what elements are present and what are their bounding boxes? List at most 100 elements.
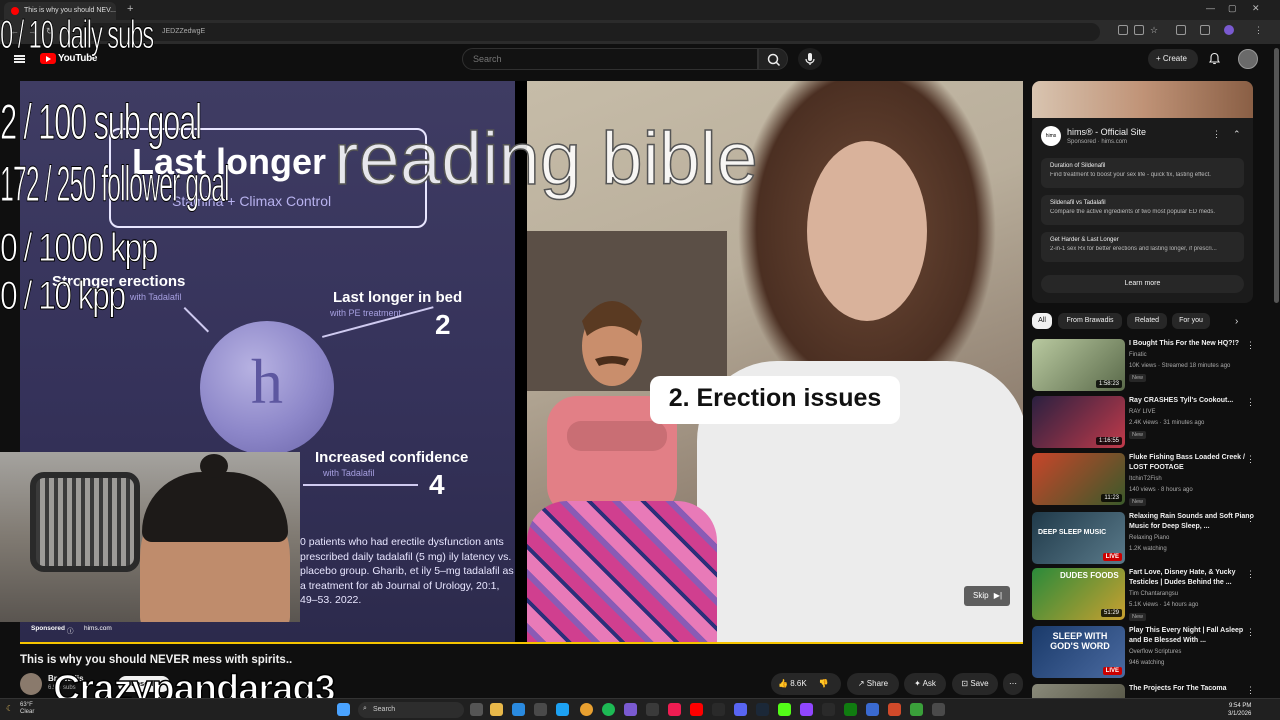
app-icon[interactable] [556, 703, 569, 716]
recommendation-channel[interactable]: ItchinT2Fish [1129, 476, 1162, 482]
video-thumbnail[interactable]: 1:58:23 [1032, 339, 1125, 391]
recommendation-title[interactable]: Fart Love, Disney Hate, & Yucky Testicle… [1129, 568, 1255, 588]
app-icon[interactable] [646, 703, 659, 716]
taskbar-clock[interactable]: 9:54 PM 3/1/2026 [1228, 702, 1251, 718]
bookmark-star-icon[interactable]: ☆ [1150, 25, 1158, 36]
chip-all[interactable]: All [1032, 313, 1052, 329]
account-avatar[interactable] [1238, 49, 1258, 69]
cast-icon[interactable] [1134, 25, 1144, 35]
downloads-icon[interactable] [1200, 25, 1210, 35]
more-options-icon[interactable]: ⋮ [1246, 397, 1255, 408]
recommendation-title[interactable]: Ray CRASHES Tyll's Cookout... [1129, 396, 1255, 406]
search-input[interactable] [462, 48, 758, 70]
address-bar[interactable]: JEDZZedwgE [80, 23, 1100, 41]
app-icon[interactable] [822, 703, 835, 716]
like-button[interactable]: 👍 8.6K 👎 [771, 673, 841, 695]
recommendation-item[interactable]: 11:23 Fluke Fishing Bass Loaded Creek / … [1032, 453, 1268, 506]
recommendation-channel[interactable]: Overflow Scriptures [1129, 649, 1181, 655]
recommendation-title[interactable]: I Bought This For the New HQ?!? [1129, 339, 1255, 349]
steam-icon[interactable] [756, 703, 769, 716]
profile-avatar-icon[interactable] [1224, 25, 1234, 35]
chip-for-you[interactable]: For you [1172, 313, 1210, 329]
extensions-puzzle-icon[interactable] [1176, 25, 1186, 35]
xbox-icon[interactable] [844, 703, 857, 716]
video-thumbnail[interactable] [1032, 684, 1125, 698]
youtube-app-icon[interactable] [690, 703, 703, 716]
app-icon[interactable] [888, 703, 901, 716]
twitch-icon[interactable] [800, 703, 813, 716]
ad-menu-icon[interactable]: ⋮ [1212, 129, 1221, 140]
recommendation-title[interactable]: Relaxing Rain Sounds and Soft Piano Musi… [1129, 512, 1255, 532]
ad-sitelink[interactable]: Duration of Sildenafil Find treatment to… [1041, 158, 1244, 188]
recommendation-item[interactable]: DUDES FOODS 51:29 Fart Love, Disney Hate… [1032, 568, 1268, 621]
learn-more-button[interactable]: Learn more [1041, 275, 1244, 293]
edge-browser-icon[interactable] [512, 703, 525, 716]
store-icon[interactable] [534, 703, 547, 716]
more-options-icon[interactable]: ⋮ [1246, 685, 1255, 696]
chrome-icon[interactable] [580, 703, 593, 716]
channel-avatar[interactable] [20, 673, 42, 695]
kick-icon[interactable] [778, 703, 791, 716]
app-icon[interactable] [712, 703, 725, 716]
windows-start-icon[interactable] [337, 703, 350, 716]
tiktok-icon[interactable] [668, 703, 681, 716]
file-explorer-icon[interactable] [490, 703, 503, 716]
chip-from-channel[interactable]: From Brawadis [1058, 313, 1122, 329]
ad-sitelink[interactable]: Get Harder & Last Longer 2-in-1 sex Rx f… [1041, 232, 1244, 262]
recommendation-channel[interactable]: Finatic [1129, 352, 1147, 358]
close-window-icon[interactable]: ✕ [1252, 3, 1260, 14]
app-icon[interactable] [624, 703, 637, 716]
recommendation-item[interactable]: 1:58:23 I Bought This For the New HQ?!? … [1032, 339, 1268, 391]
recommendation-channel[interactable]: RAY LIVE [1129, 409, 1155, 415]
more-options-icon[interactable]: ⋮ [1246, 569, 1255, 580]
weather-widget[interactable]: 63°F Clear [20, 702, 34, 716]
sponsored-site[interactable]: hims.com [84, 625, 112, 632]
recommendation-item[interactable]: 1:16:55 Ray CRASHES Tyll's Cookout... RA… [1032, 396, 1268, 448]
video-thumbnail[interactable]: 1:16:55 [1032, 396, 1125, 448]
browser-menu-icon[interactable]: ⋮ [1254, 25, 1263, 36]
recommendation-item[interactable]: The Projects For The Tacoma ⋮ [1032, 684, 1268, 698]
voice-search-button[interactable] [798, 48, 822, 70]
thumbs-down-icon[interactable]: 👎 [819, 679, 829, 688]
discord-icon[interactable] [734, 703, 747, 716]
ad-progress-bar[interactable] [20, 642, 1023, 644]
ad-sitelink[interactable]: Sildenafil vs Tadalafil Compare the acti… [1041, 195, 1244, 225]
taskbar-search[interactable]: ⌕ Search [358, 702, 464, 718]
recommendation-title[interactable]: Play This Every Night | Fall Asleep and … [1129, 626, 1255, 646]
maximize-icon[interactable]: ▢ [1228, 3, 1237, 14]
minecraft-icon[interactable] [910, 703, 923, 716]
app-icon[interactable] [932, 703, 945, 716]
recommendation-title[interactable]: Fluke Fishing Bass Loaded Creek / LOST F… [1129, 453, 1255, 473]
more-options-icon[interactable]: ⋮ [1246, 627, 1255, 638]
more-options-icon[interactable]: ⋮ [1246, 513, 1255, 524]
chip-related[interactable]: Related [1127, 313, 1167, 329]
extension-icon[interactable] [1118, 25, 1128, 35]
save-button[interactable]: ⊡ Save [952, 673, 998, 695]
create-button[interactable]: + Create [1148, 49, 1198, 69]
skip-ad-button[interactable]: Skip ▶| [964, 586, 1010, 606]
info-icon[interactable]: ⓘ [67, 625, 74, 635]
chevron-up-icon[interactable]: ⌃ [1233, 129, 1241, 140]
more-options-icon[interactable]: ⋮ [1246, 340, 1255, 351]
page-scrollbar[interactable] [1274, 48, 1279, 303]
video-thumbnail[interactable]: DUDES FOODS 51:29 [1032, 568, 1125, 620]
more-options-icon[interactable]: ⋮ [1246, 454, 1255, 465]
more-actions-button[interactable]: ⋯ [1003, 673, 1023, 695]
sponsored-ad-card[interactable]: hims hims® - Official Site Sponsored · h… [1032, 81, 1253, 303]
search-button[interactable] [758, 48, 788, 70]
share-button[interactable]: ↗ Share [847, 673, 899, 695]
video-thumbnail[interactable]: DEEP SLEEP MUSIC LIVE [1032, 512, 1125, 564]
minimize-icon[interactable]: — [1206, 3, 1215, 13]
recommendation-title[interactable]: The Projects For The Tacoma [1129, 684, 1255, 694]
recommendation-item[interactable]: DEEP SLEEP MUSIC LIVE Relaxing Rain Soun… [1032, 512, 1268, 564]
recommendation-item[interactable]: SLEEP WITH GOD'S WORD LIVE Play This Eve… [1032, 626, 1268, 678]
video-thumbnail[interactable]: SLEEP WITH GOD'S WORD LIVE [1032, 626, 1125, 678]
ask-button[interactable]: ✦ Ask [904, 673, 946, 695]
recommendation-channel[interactable]: Tim Chantarangsu [1129, 591, 1178, 597]
spotify-icon[interactable] [602, 703, 615, 716]
chevron-right-icon[interactable]: › [1235, 316, 1238, 327]
video-thumbnail[interactable]: 11:23 [1032, 453, 1125, 505]
app-icon[interactable] [866, 703, 879, 716]
notifications-bell-icon[interactable] [1208, 52, 1221, 65]
recommendation-channel[interactable]: Relaxing Piano [1129, 535, 1169, 541]
